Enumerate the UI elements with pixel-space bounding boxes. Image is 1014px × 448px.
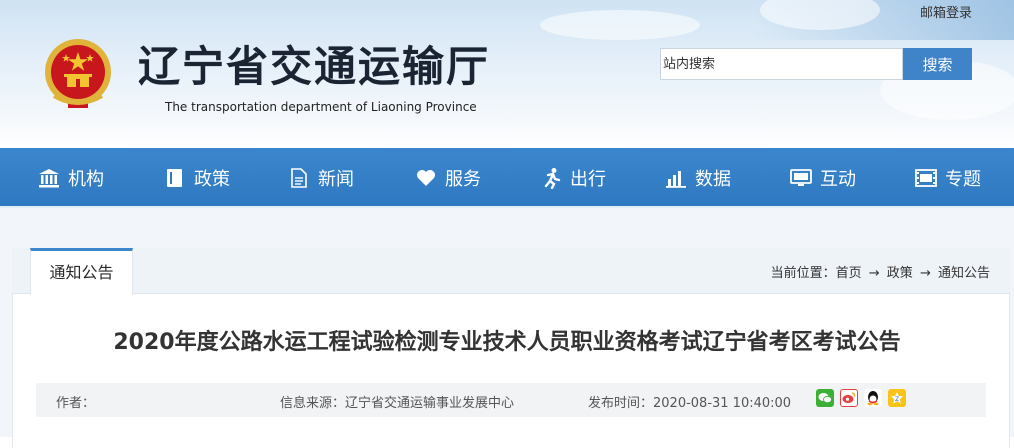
nav-label: 专题 xyxy=(945,169,981,190)
article-author: 作者： xyxy=(56,396,96,411)
nav-label: 服务 xyxy=(445,169,481,190)
institution-icon xyxy=(39,169,59,188)
nav-item-travel[interactable]: 出行 xyxy=(540,148,606,208)
nav-label: 政策 xyxy=(194,169,230,190)
article-publish-time: 发布时间：2020-08-31 10:40:00 xyxy=(588,396,792,411)
nav-item-news[interactable]: 新闻 xyxy=(288,148,354,208)
nav-item-interaction[interactable]: 互动 xyxy=(790,148,856,208)
heart-icon xyxy=(417,170,435,186)
film-icon xyxy=(915,169,937,187)
book-icon xyxy=(167,169,182,187)
nav-item-topics[interactable]: 专题 xyxy=(915,148,981,208)
breadcrumb: 当前位置：首页 → 政策 → 通知公告 xyxy=(771,262,990,281)
document-icon xyxy=(291,168,307,188)
svg-text:Z: Z xyxy=(895,396,899,403)
nav-label: 机构 xyxy=(68,169,104,190)
breadcrumb-arrow: → xyxy=(919,266,931,281)
site-subtitle: The transportation department of Liaonin… xyxy=(165,100,477,114)
share-buttons: Z xyxy=(816,389,906,407)
runner-icon xyxy=(544,168,561,189)
site-title: 辽宁省交通运输厅 xyxy=(138,42,491,91)
national-emblem-icon xyxy=(45,39,111,108)
nav-item-data[interactable]: 数据 xyxy=(665,148,731,208)
bar-chart-icon xyxy=(666,171,686,188)
nav-label: 出行 xyxy=(570,169,606,190)
tab-notice[interactable]: 通知公告 xyxy=(30,248,133,295)
nav-label: 互动 xyxy=(820,169,856,190)
search-input[interactable] xyxy=(660,48,903,80)
qq-icon[interactable] xyxy=(864,389,882,407)
qzone-icon[interactable]: Z xyxy=(888,389,906,407)
article-title: 2020年度公路水运工程试验检测专业技术人员职业资格考试辽宁省考区考试公告 xyxy=(113,330,901,355)
nav-item-institution[interactable]: 机构 xyxy=(38,148,104,208)
article-meta-bar: 作者： 信息来源：辽宁省交通运输事业发展中心 发布时间：2020-08-31 1… xyxy=(36,383,986,417)
cloud-decoration xyxy=(540,10,700,40)
nav-item-service[interactable]: 服务 xyxy=(415,148,481,208)
breadcrumb-arrow: → xyxy=(868,266,880,281)
search-button[interactable]: 搜索 xyxy=(903,48,972,80)
main-nav: 机构 政策 新闻 服务 出行 数据 互动 专题 xyxy=(0,148,1014,208)
breadcrumb-prefix: 当前位置： xyxy=(770,266,836,281)
monitor-icon xyxy=(790,169,812,186)
nav-label: 新闻 xyxy=(318,169,354,190)
breadcrumb-home[interactable]: 首页 xyxy=(836,266,862,281)
breadcrumb-notice[interactable]: 通知公告 xyxy=(938,266,990,281)
wechat-icon[interactable] xyxy=(816,389,834,407)
site-header: 邮箱登录 辽宁省交通运输厅 The transportation departm… xyxy=(0,0,1014,148)
nav-label: 数据 xyxy=(695,169,731,190)
weibo-icon[interactable] xyxy=(840,389,858,407)
nav-item-policy[interactable]: 政策 xyxy=(164,148,230,208)
mail-login-link[interactable]: 邮箱登录 xyxy=(920,2,972,21)
breadcrumb-policy[interactable]: 政策 xyxy=(887,266,913,281)
article-source: 信息来源：辽宁省交通运输事业发展中心 xyxy=(280,396,515,411)
